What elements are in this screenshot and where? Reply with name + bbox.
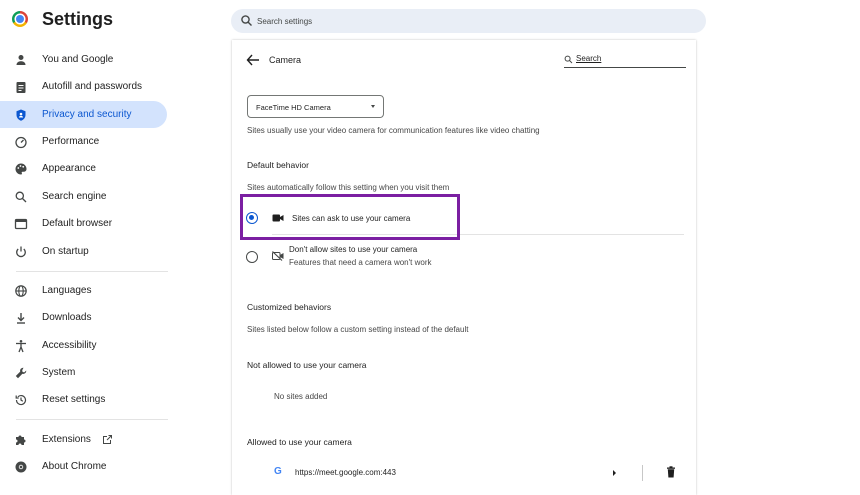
sidebar-item-downloads[interactable]: Downloads bbox=[0, 304, 167, 331]
search-icon bbox=[564, 55, 573, 64]
search-input[interactable] bbox=[257, 12, 687, 30]
header: Settings bbox=[0, 0, 860, 40]
speedometer-icon bbox=[15, 136, 27, 149]
sidebar-item-label: Privacy and security bbox=[42, 109, 132, 120]
sidebar-item-label: Extensions bbox=[42, 434, 91, 445]
radio-button-unchecked[interactable] bbox=[246, 251, 258, 263]
sidebar-item-performance[interactable]: Performance bbox=[0, 128, 167, 155]
camera-settings-panel: Camera Search FaceTime HD Camera Sites u… bbox=[232, 40, 696, 495]
history-icon bbox=[15, 394, 27, 406]
customized-behaviors-subtitle: Sites listed below follow a custom setti… bbox=[247, 325, 469, 334]
clipboard-icon bbox=[16, 82, 26, 93]
selected-camera: FaceTime HD Camera bbox=[256, 103, 331, 112]
sidebar-item-label: Search engine bbox=[42, 191, 107, 202]
chrome-icon bbox=[15, 461, 27, 473]
sidebar-item-label: Default browser bbox=[42, 218, 113, 229]
external-link-icon bbox=[103, 435, 112, 444]
sidebar-item-label: Downloads bbox=[42, 312, 92, 323]
camera-search-field[interactable]: Search bbox=[564, 52, 686, 68]
sidebar-item-label: Appearance bbox=[42, 163, 96, 174]
option-block-sublabel: Features that need a camera won't work bbox=[289, 258, 432, 267]
accessibility-icon bbox=[16, 340, 26, 353]
person-icon bbox=[16, 55, 26, 65]
camera-description: Sites usually use your video camera for … bbox=[247, 126, 540, 135]
puzzle-icon bbox=[16, 435, 26, 445]
sidebar-divider bbox=[16, 419, 168, 420]
selection-highlight-box bbox=[240, 194, 460, 240]
allowed-site-row[interactable]: G https://meet.google.com:443 bbox=[232, 453, 696, 483]
sidebar-item-label: About Chrome bbox=[42, 461, 107, 472]
browser-window-icon bbox=[14, 218, 28, 230]
sidebar-item-default-browser[interactable]: Default browser bbox=[0, 210, 167, 237]
option-block-label: Don't allow sites to use your camera bbox=[289, 245, 418, 254]
sidebar-item-languages[interactable]: Languages bbox=[0, 277, 167, 304]
allowed-heading: Allowed to use your camera bbox=[247, 437, 352, 447]
sidebar-item-autofill[interactable]: Autofill and passwords bbox=[0, 73, 167, 100]
wrench-icon bbox=[15, 367, 27, 379]
sidebar-item-accessibility[interactable]: Accessibility bbox=[0, 332, 167, 359]
search-icon bbox=[15, 191, 27, 203]
sidebar-item-appearance[interactable]: Appearance bbox=[0, 155, 167, 182]
customized-behaviors-heading: Customized behaviors bbox=[247, 302, 332, 312]
sidebar-divider bbox=[16, 271, 168, 272]
sidebar-item-label: System bbox=[42, 367, 76, 378]
search-label: Search bbox=[576, 54, 602, 63]
sidebar-item-label: You and Google bbox=[42, 54, 114, 65]
sidebar-item-system[interactable]: System bbox=[0, 359, 167, 386]
shield-icon bbox=[16, 109, 26, 121]
sidebar-item-search-engine[interactable]: Search engine bbox=[0, 183, 167, 210]
no-sites-text: No sites added bbox=[274, 392, 328, 401]
sidebar-item-label: On startup bbox=[42, 246, 89, 257]
settings-search-box[interactable] bbox=[231, 9, 706, 33]
google-g-icon: G bbox=[274, 466, 282, 477]
sidebar-item-you-and-google[interactable]: You and Google bbox=[0, 46, 167, 73]
vertical-separator bbox=[642, 465, 643, 481]
sidebar-item-label: Accessibility bbox=[42, 340, 97, 351]
sidebar-item-reset-settings[interactable]: Reset settings bbox=[0, 386, 167, 413]
sidebar-item-about-chrome[interactable]: About Chrome bbox=[0, 453, 167, 480]
site-url: https://meet.google.com:443 bbox=[295, 468, 396, 477]
app-title: Settings bbox=[42, 9, 114, 29]
chevron-right-icon[interactable] bbox=[613, 470, 616, 476]
delete-icon[interactable] bbox=[666, 466, 676, 478]
videocam-off-icon bbox=[272, 251, 284, 261]
chevron-down-icon bbox=[371, 105, 375, 108]
sidebar-item-on-startup[interactable]: On startup bbox=[0, 238, 167, 265]
palette-icon bbox=[15, 163, 27, 175]
globe-icon bbox=[15, 285, 27, 297]
default-behavior-subtitle: Sites automatically follow this setting … bbox=[247, 183, 450, 192]
sidebar-item-extensions[interactable]: Extensions bbox=[0, 426, 167, 453]
back-arrow-icon[interactable] bbox=[246, 54, 260, 66]
camera-select-dropdown[interactable]: FaceTime HD Camera bbox=[247, 95, 384, 118]
sidebar-item-label: Autofill and passwords bbox=[42, 81, 143, 92]
chrome-logo-icon bbox=[12, 11, 28, 27]
radio-block-camera[interactable]: Don't allow sites to use your camera Fea… bbox=[232, 240, 696, 272]
page-title: Camera bbox=[269, 55, 302, 65]
download-icon bbox=[17, 313, 25, 324]
sidebar-item-label: Performance bbox=[42, 136, 100, 147]
sidebar-item-label: Reset settings bbox=[42, 394, 106, 405]
power-icon bbox=[16, 246, 26, 258]
not-allowed-heading: Not allowed to use your camera bbox=[247, 360, 367, 370]
sidebar-item-label: Languages bbox=[42, 285, 92, 296]
default-behavior-heading: Default behavior bbox=[247, 160, 309, 170]
sidebar-item-privacy[interactable]: Privacy and security bbox=[0, 101, 167, 128]
search-icon bbox=[241, 15, 252, 26]
